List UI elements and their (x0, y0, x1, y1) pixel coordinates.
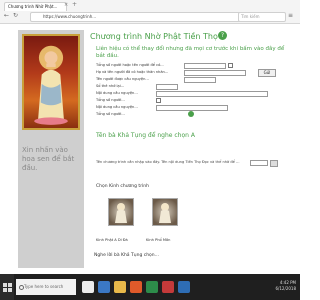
program-button[interactable] (270, 160, 278, 167)
section-heading-listen: Nghe lời bà Khả Tụng chọn... (94, 253, 159, 258)
memory-input[interactable] (156, 84, 178, 90)
app-icon[interactable] (162, 281, 174, 293)
task-view-icon[interactable] (82, 281, 94, 293)
buddha-figure-icon (34, 45, 68, 125)
left-sidebar: Xin nhấn vào hoa sen để bắt đầu. (18, 30, 84, 268)
browser-search-input[interactable]: Tìm kiếm (238, 12, 286, 22)
form-label: Tổng số người hoặc tên người để có... (96, 63, 164, 67)
close-tab-icon[interactable]: × (64, 2, 68, 8)
send-button[interactable]: Gửi (258, 69, 276, 77)
form-label: Họ và tên người đã có hoặc thân nhân... (96, 70, 169, 74)
form-label: Tổng số người... (96, 98, 125, 102)
search-icon (19, 285, 24, 290)
app-icon[interactable] (146, 281, 158, 293)
section-heading-kinh: Chọn Kinh chương trình (96, 184, 150, 189)
back-arrow-icon[interactable]: ← (4, 12, 9, 19)
page-title: Chương trình Nhờ Phật Tiền Thọ (90, 32, 218, 41)
windows-taskbar: Type here to search 4:42 PM 6/12/2018 (0, 274, 300, 300)
option-checkbox[interactable] (228, 63, 233, 68)
form-label: Tên người được cầu nguyện... (96, 77, 149, 81)
help-button[interactable]: ? (218, 31, 227, 40)
edge-icon[interactable] (98, 281, 110, 293)
thumbnail-caption[interactable]: Kinh Phổ Môn (146, 238, 170, 242)
form-label: Tổng số người... (96, 112, 125, 116)
reload-icon[interactable]: ↻ (13, 12, 18, 19)
address-bar[interactable]: https://www.chuongtrinh... (30, 12, 244, 22)
sutra-thumbnail[interactable] (152, 198, 178, 226)
prayer-name-input[interactable] (184, 77, 216, 83)
system-clock[interactable]: 4:42 PM 6/12/2018 (275, 280, 296, 292)
content-input[interactable] (156, 105, 228, 111)
thumbnail-caption[interactable]: Kinh Phật A Di Đà (96, 238, 128, 242)
intro-text: Liên hiệu có thể thay đổi nhưng đã mọi c… (96, 46, 285, 59)
taskbar-search-input[interactable]: Type here to search (16, 279, 76, 295)
firefox-icon[interactable] (130, 281, 142, 293)
count-checkbox[interactable] (156, 98, 161, 103)
new-tab-button[interactable]: + (72, 1, 77, 8)
prayer-content-input[interactable] (156, 91, 268, 97)
menu-icon[interactable]: ≡ (288, 12, 293, 19)
section-heading: Tên bà Khả Tụng để nghe chọn A (96, 132, 195, 139)
guanyin-thumb-icon (159, 203, 171, 223)
form-label: Nội dung cầu nguyện... (96, 91, 138, 95)
start-button[interactable] (0, 274, 14, 300)
browser-tab[interactable]: Chương trình Nhờ Phật... (4, 2, 67, 11)
program-input[interactable] (250, 160, 268, 166)
buddha-thumb-icon (115, 203, 127, 223)
start-instruction: Xin nhấn vào hoa sen để bắt đầu. (22, 146, 75, 172)
name-input[interactable] (184, 63, 226, 69)
relative-name-input[interactable] (184, 70, 246, 76)
form-label: Nội dung cầu nguyện... (96, 105, 138, 109)
buddha-image[interactable] (22, 34, 80, 130)
file-explorer-icon[interactable] (114, 281, 126, 293)
form-label: Sổ thẻ nhớ lại... (96, 84, 125, 88)
app-icon[interactable] (178, 281, 190, 293)
main-content: Chương trình Nhờ Phật Tiền Thọ ? Liên hi… (90, 31, 295, 268)
sutra-thumbnail[interactable] (108, 198, 134, 226)
submit-go-icon[interactable] (188, 111, 194, 117)
browser-chrome: Chương trình Nhờ Phật... × + ← ↻ https:/… (0, 0, 300, 24)
program-instruction: Tên chương trình cần nhập vào đây. Tên n… (96, 160, 240, 164)
